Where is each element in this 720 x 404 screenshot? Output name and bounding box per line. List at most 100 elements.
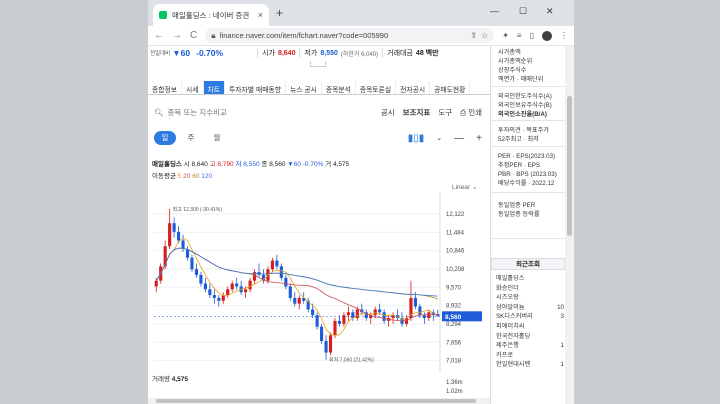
period-week[interactable]: 주: [180, 131, 202, 145]
tab-item[interactable]: 뉴스 공시: [286, 81, 322, 94]
recent-item-name: 매일홀딩스: [496, 275, 525, 282]
browser-toolbar: ← → C 🔒︎ finance.naver.com/item/fchart.n…: [148, 26, 574, 46]
divider: [491, 238, 565, 239]
bookmark-star-icon[interactable]: ☆: [481, 31, 488, 40]
quote-summary: 전일대비 ▼60 -0.70% 시가 8,640 저가 8,550 (하한가 6…: [148, 46, 490, 60]
share-icon[interactable]: ⇪: [470, 31, 477, 40]
high-annotation: 최고 12,300 (-30.41%): [173, 206, 223, 213]
tab-item[interactable]: 종합정보: [148, 81, 183, 94]
ma-120: 120: [201, 173, 213, 180]
candle-type-icon[interactable]: ▮▯▮: [408, 133, 425, 144]
recent-item[interactable]: 화승인더: [496, 284, 564, 294]
forward-button[interactable]: →: [172, 30, 182, 41]
recent-item[interactable]: 카프로: [496, 351, 564, 361]
reload-button[interactable]: C: [190, 30, 197, 41]
profile-avatar[interactable]: [542, 30, 552, 41]
close-window-button[interactable]: ✕: [546, 6, 554, 17]
price-tick-label: 9,570: [446, 285, 462, 291]
reading-list-icon[interactable]: ≡: [517, 31, 522, 40]
volume-tick: 1.02m: [446, 389, 463, 395]
scrollbar-thumb[interactable]: [156, 399, 476, 403]
price-tick-label: 10,208: [446, 267, 465, 273]
opinion-block: 투자의견 · 목표주가 52주최고 · 최저: [498, 126, 549, 144]
print-icon: ⎙: [460, 107, 469, 117]
maximize-button[interactable]: ☐: [519, 6, 527, 17]
recent-views-list: 매일홀딩스화승인더 시즈오랑 삼아알미늄 10 SK디스커버리 3 피에이치씨한국전자홀딩 제…: [496, 274, 564, 370]
tab-item[interactable]: 종목토론실: [356, 81, 397, 94]
recent-item[interactable]: 시즈오랑: [496, 293, 564, 303]
recent-item[interactable]: 한국전자홀딩: [496, 332, 564, 342]
compare-search-input[interactable]: [167, 107, 288, 117]
candle-body: [328, 335, 333, 353]
period-day[interactable]: 일: [154, 131, 176, 145]
recent-item[interactable]: SK디스커버리 3: [496, 312, 564, 322]
ma-20: 20: [183, 173, 191, 180]
extensions-icon[interactable]: ✦: [502, 31, 509, 40]
price-tick-label: 7,018: [446, 359, 462, 365]
low-limit: (하한가 6,040): [340, 51, 379, 58]
candle-body: [177, 231, 181, 241]
tools-button[interactable]: 도구: [438, 107, 452, 118]
ma-5: 5: [177, 173, 182, 180]
recent-item[interactable]: 한일현대시멘 1: [496, 360, 564, 370]
back-button[interactable]: ←: [154, 30, 164, 41]
price-tick-label: 8,932: [446, 304, 462, 310]
vertical-scrollbar[interactable]: [565, 46, 574, 404]
tab-item[interactable]: 투자자별 매매동향: [225, 81, 286, 94]
tab-close-icon[interactable]: ×: [258, 10, 263, 20]
divider: [491, 86, 565, 87]
print-label: 인쇄: [468, 107, 482, 117]
menu-kebab-icon[interactable]: ⋮: [560, 31, 568, 40]
ma60-line: [155, 247, 438, 300]
tab-item[interactable]: 차트: [203, 81, 226, 94]
info-row: 외국인소진율(B/A): [498, 111, 547, 118]
side-panel-icon[interactable]: ▯: [530, 31, 534, 40]
tab-item[interactable]: 종목분석: [322, 81, 356, 94]
tab-item[interactable]: 공매도현황: [430, 81, 471, 94]
horizontal-scrollbar[interactable]: [148, 398, 490, 404]
lock-icon: 🔒︎: [211, 30, 216, 40]
open-label: 시: [183, 161, 190, 168]
scale-mode-select[interactable]: Linear ⌄: [452, 183, 477, 191]
notice-button[interactable]: 공시: [381, 107, 395, 118]
chart-controls: ▮▯▮ ⌄ — +: [408, 133, 490, 144]
ma-60: 60: [192, 173, 200, 180]
candle-body: [212, 295, 216, 298]
tab-item[interactable]: 전자공시: [396, 81, 431, 94]
recent-item-value: 1: [560, 342, 564, 350]
zoom-in-icon[interactable]: +: [476, 133, 482, 144]
recent-item-name: 피에이치씨: [496, 322, 525, 330]
new-tab-button[interactable]: +: [276, 6, 283, 20]
chevron-down-icon[interactable]: ⌄: [436, 134, 442, 142]
print-button[interactable]: ⎙ 인쇄: [460, 107, 482, 118]
info-row: 투자의견 · 목표주가: [498, 127, 550, 134]
chart-actions: 공시 보조지표 도구 ⎙ 인쇄: [381, 107, 490, 118]
ma-label: 이동평균: [152, 173, 176, 180]
period-month[interactable]: 월: [206, 131, 228, 145]
tab-item[interactable]: 시세: [182, 81, 204, 94]
change-value: ▼60: [172, 48, 191, 58]
candlestick-chart[interactable]: 12,122 11,484 10,846 10,208 9,570 8,932 8,294 7…: [148, 192, 490, 372]
recent-item[interactable]: 매일홀딩스: [496, 274, 564, 284]
stock-tabs: 종합정보 시세 차트 투자자별 매매동향 뉴스 공시 종목분석 종목토론실 전자공시 공매도현황: [148, 81, 490, 95]
indicator-button[interactable]: 보조지표: [403, 107, 431, 118]
candle-body: [355, 309, 359, 319]
candle-body: [324, 341, 328, 353]
scrollbar-thumb[interactable]: [567, 96, 572, 236]
sector-per-block: 동일업종 PER 동일업종 등락률: [498, 201, 540, 219]
candle-body: [248, 280, 252, 290]
recent-item[interactable]: 삼아알미늄 10: [496, 303, 564, 313]
recent-item[interactable]: 제주은행 1: [496, 341, 564, 351]
candle-body: [275, 260, 279, 267]
info-row: 외국인한도주식수(A): [498, 93, 552, 100]
collapse-handle[interactable]: [310, 61, 326, 67]
address-bar[interactable]: 🔒︎ finance.naver.com/item/fchart.naver?c…: [205, 28, 495, 43]
minimize-button[interactable]: —: [490, 6, 499, 16]
tab-title: 매일홀딩스 : 네이버 증권: [172, 10, 250, 20]
browser-window: 매일홀딩스 : 네이버 증권 × + — ☐ ✕ ← → C 🔒︎ financ…: [148, 0, 574, 404]
period-selector: 일 주 월 ▮▯▮ ⌄ — +: [148, 128, 490, 148]
recent-item[interactable]: 피에이치씨: [496, 322, 564, 332]
recent-item-value: 10: [557, 303, 564, 311]
zoom-out-icon[interactable]: —: [454, 133, 464, 144]
browser-tab[interactable]: 매일홀딩스 : 네이버 증권 ×: [153, 4, 269, 26]
